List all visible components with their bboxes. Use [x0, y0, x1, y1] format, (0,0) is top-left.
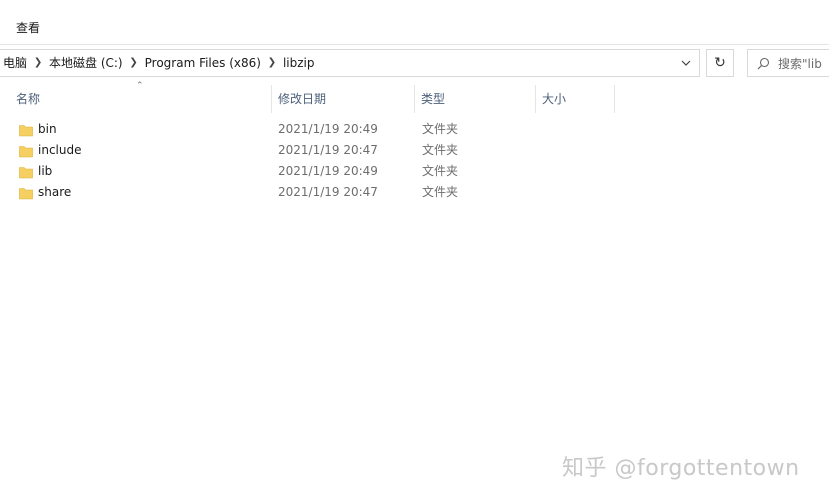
refresh-icon: ↻	[714, 55, 726, 71]
navigation-bar: 电脑 ❯ 本地磁盘 (C:) ❯ Program Files (x86) ❯ l…	[0, 44, 829, 83]
breadcrumb-this-pc[interactable]: 电脑	[0, 50, 30, 76]
watermark: 知乎 @forgottentown	[562, 456, 800, 481]
ribbon: 查看	[0, 0, 829, 44]
breadcrumb-libzip[interactable]: libzip	[280, 50, 318, 76]
column-header-name[interactable]: 名称	[10, 85, 272, 113]
breadcrumb-chevron-icon[interactable]: ❯	[126, 50, 142, 76]
breadcrumb-local-disk[interactable]: 本地磁盘 (C:)	[46, 50, 126, 76]
folder-icon	[18, 161, 34, 182]
file-type: 文件夹	[422, 122, 459, 136]
file-name: include	[38, 143, 82, 157]
file-date: 2021/1/19 20:47	[278, 143, 378, 157]
folder-icon	[18, 140, 34, 161]
address-bar[interactable]: 电脑 ❯ 本地磁盘 (C:) ❯ Program Files (x86) ❯ l…	[0, 49, 700, 77]
file-date: 2021/1/19 20:47	[278, 185, 378, 199]
column-header-date[interactable]: 修改日期	[272, 85, 415, 113]
file-name: share	[38, 185, 72, 199]
file-type: 文件夹	[422, 164, 459, 178]
file-row[interactable]: include 2021/1/19 20:47 文件夹	[0, 140, 829, 161]
file-row[interactable]: share 2021/1/19 20:47 文件夹	[0, 182, 829, 203]
breadcrumb-chevron-icon[interactable]: ❯	[264, 50, 280, 76]
breadcrumb-chevron-icon[interactable]: ❯	[30, 50, 46, 76]
folder-icon	[18, 119, 34, 140]
file-name: bin	[38, 122, 57, 136]
column-header-size[interactable]: 大小	[536, 85, 615, 113]
file-row[interactable]: bin 2021/1/19 20:49 文件夹	[0, 119, 829, 140]
breadcrumb-program-files[interactable]: Program Files (x86)	[142, 50, 264, 76]
file-date: 2021/1/19 20:49	[278, 164, 378, 178]
tab-view[interactable]: 查看	[10, 16, 46, 40]
search-input[interactable]: 搜索"lib	[747, 49, 829, 77]
chevron-down-icon	[681, 60, 691, 66]
file-type: 文件夹	[422, 185, 459, 199]
file-type: 文件夹	[422, 143, 459, 157]
file-date: 2021/1/19 20:49	[278, 122, 378, 136]
address-history-dropdown[interactable]	[673, 50, 699, 76]
refresh-button[interactable]: ↻	[706, 49, 734, 77]
folder-icon	[18, 182, 34, 203]
search-icon	[748, 57, 778, 70]
column-header-type[interactable]: 类型	[415, 85, 536, 113]
file-row[interactable]: lib 2021/1/19 20:49 文件夹	[0, 161, 829, 182]
file-name: lib	[38, 164, 53, 178]
search-placeholder: 搜索"lib	[778, 56, 822, 71]
column-header-row: ⌃ 名称 修改日期 类型 大小	[0, 81, 829, 113]
